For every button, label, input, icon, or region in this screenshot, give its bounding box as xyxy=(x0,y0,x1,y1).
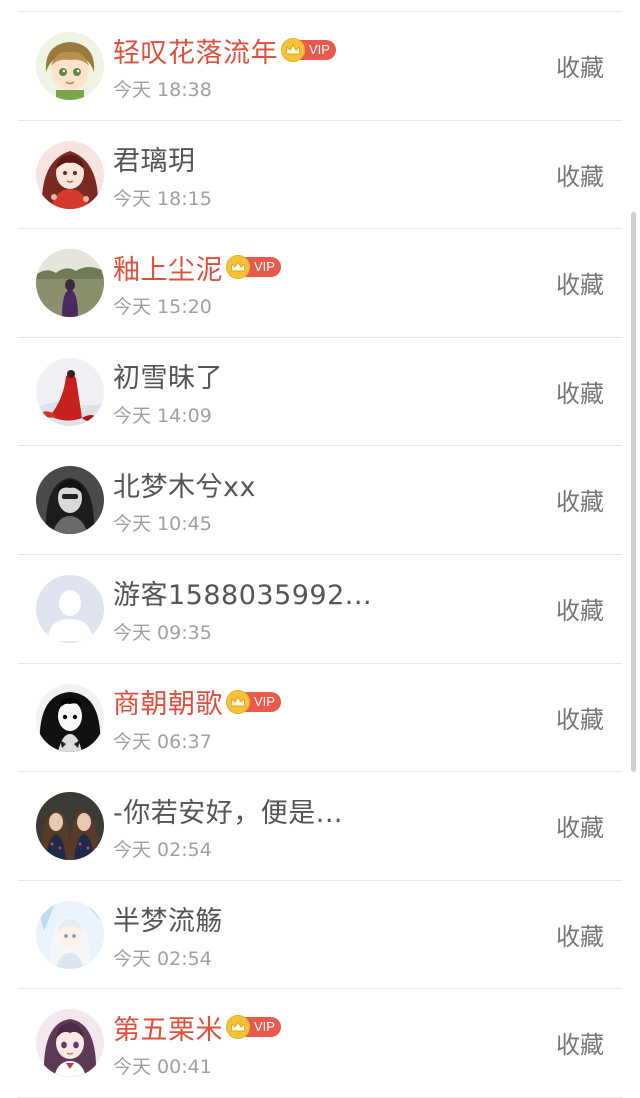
visit-time: 今天 18:15 xyxy=(113,187,212,210)
crown-icon xyxy=(226,255,250,280)
list-item[interactable]: 第五栗米 VIP 今天 00:41 收藏 xyxy=(0,989,640,1098)
avatar[interactable] xyxy=(36,357,104,426)
collect-button[interactable]: 收藏 xyxy=(556,1025,604,1060)
user-name: 游客1588035992... xyxy=(113,580,373,612)
list-item[interactable]: 君璃玥 今天 18:15 收藏 xyxy=(0,121,640,230)
vip-badge: VIP xyxy=(226,1015,281,1040)
collect-button[interactable]: 收藏 xyxy=(556,917,604,952)
visit-time: 今天 10:45 xyxy=(113,513,212,536)
user-name: 北梦木兮xx xyxy=(113,471,256,503)
avatar[interactable] xyxy=(36,32,104,100)
visit-time: 今天 02:54 xyxy=(113,947,212,970)
vip-badge: VIP xyxy=(281,38,336,62)
user-name: 第五栗米 xyxy=(113,1014,223,1046)
visit-time: 今天 02:54 xyxy=(113,839,212,862)
user-list: 轻叹花落流年 VIP 今天 18:38 收藏 君璃玥 今天 18:15 收藏 釉… xyxy=(0,12,640,1098)
visit-time: 今天 09:35 xyxy=(113,621,212,644)
collect-button[interactable]: 收藏 xyxy=(556,591,604,626)
list-item[interactable]: 半梦流觞 今天 02:54 收藏 xyxy=(0,881,640,990)
list-item[interactable]: 轻叹花落流年 VIP 今天 18:38 收藏 xyxy=(0,12,640,121)
avatar[interactable] xyxy=(36,140,104,209)
user-name: 初雪昧了 xyxy=(113,363,223,395)
list-item[interactable]: 釉上尘泥 VIP 今天 15:20 收藏 xyxy=(0,229,640,338)
user-name: -你若安好，便是... xyxy=(113,797,343,829)
visit-time: 今天 00:41 xyxy=(113,1056,212,1079)
avatar[interactable] xyxy=(36,792,104,861)
collect-button[interactable]: 收藏 xyxy=(556,48,604,83)
user-name: 釉上尘泥 xyxy=(113,254,223,286)
visit-time: 今天 18:38 xyxy=(113,79,212,101)
list-item[interactable]: 初雪昧了 今天 14:09 收藏 xyxy=(0,338,640,447)
collect-button[interactable]: 收藏 xyxy=(556,808,604,843)
visit-time: 今天 15:20 xyxy=(113,296,212,319)
crown-icon xyxy=(226,689,250,714)
user-name: 商朝朝歌 xyxy=(113,689,223,721)
avatar[interactable] xyxy=(36,574,104,643)
avatar[interactable] xyxy=(36,683,104,752)
avatar[interactable] xyxy=(36,249,104,318)
collect-button[interactable]: 收藏 xyxy=(556,265,604,300)
avatar[interactable] xyxy=(36,1009,104,1078)
collect-button[interactable]: 收藏 xyxy=(556,374,604,409)
collect-button[interactable]: 收藏 xyxy=(556,700,604,735)
vip-badge: VIP xyxy=(226,255,281,280)
crown-icon xyxy=(281,38,305,62)
visit-time: 今天 14:09 xyxy=(113,404,212,427)
list-item[interactable]: -你若安好，便是... 今天 02:54 收藏 xyxy=(0,772,640,881)
avatar[interactable] xyxy=(36,900,104,969)
user-name: 君璃玥 xyxy=(113,146,196,178)
list-item[interactable]: 游客1588035992... 今天 09:35 收藏 xyxy=(0,555,640,664)
list-item[interactable]: 商朝朝歌 VIP 今天 06:37 收藏 xyxy=(0,664,640,773)
avatar[interactable] xyxy=(36,466,104,535)
user-name: 半梦流觞 xyxy=(113,906,223,938)
list-item[interactable]: 北梦木兮xx 今天 10:45 收藏 xyxy=(0,446,640,555)
vip-badge: VIP xyxy=(226,689,281,714)
user-name: 轻叹花落流年 xyxy=(113,37,278,69)
visit-time: 今天 06:37 xyxy=(113,730,212,753)
scrollbar[interactable] xyxy=(631,212,636,772)
collect-button[interactable]: 收藏 xyxy=(556,157,604,192)
collect-button[interactable]: 收藏 xyxy=(556,482,604,517)
